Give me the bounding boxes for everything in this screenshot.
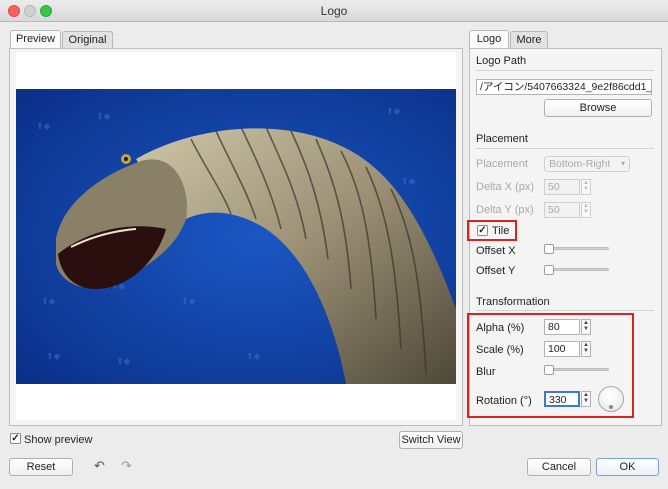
rotation-stepper[interactable]: ▲ ▼ [581,391,591,407]
rotation-field[interactable]: 330 [544,391,580,407]
transformation-heading: Transformation [476,296,550,308]
checkmark-icon: ✓ [478,225,487,236]
divider [476,310,654,311]
delta-x-stepper[interactable]: ▲ ▼ [581,179,591,195]
svg-text:⬆◆: ⬆◆ [181,297,196,307]
delta-y-label: Delta Y (px) [476,204,534,216]
cancel-button[interactable]: Cancel [527,458,591,476]
show-preview-checkbox[interactable]: ✓ [10,433,21,444]
svg-text:⬆◆: ⬆◆ [386,107,401,117]
svg-text:⬆◆: ⬆◆ [96,112,111,122]
chevron-down-icon: ▾ [620,159,625,168]
undo-arrow-icon[interactable]: ↶ [94,458,105,474]
title-bar: Logo [0,0,668,22]
rotation-label: Rotation (°) [476,395,532,407]
checkmark-icon: ✓ [11,433,20,444]
delta-y-stepper[interactable]: ▲ ▼ [581,202,591,218]
offset-x-slider-handle[interactable] [544,244,554,254]
rotation-dial[interactable] [598,386,624,412]
show-preview-label: Show preview [24,434,93,446]
svg-text:⬆◆: ⬆◆ [46,352,61,362]
svg-text:⬆◆: ⬆◆ [36,122,51,132]
placement-select-value: Bottom-Right [549,158,611,170]
tab-original[interactable]: Original [62,31,113,49]
logo-path-field[interactable]: /アイコン/5407663324_9e2f86cdd1_o.gif [476,79,652,95]
offset-y-slider-handle[interactable] [544,265,554,275]
svg-text:⬆◆: ⬆◆ [246,352,261,362]
divider [476,148,654,149]
alpha-stepper[interactable]: ▲ ▼ [581,319,591,335]
offset-y-label: Offset Y [476,265,516,277]
divider [476,70,654,71]
redo-arrow-icon[interactable]: ↷ [121,458,132,474]
placement-label: Placement [476,158,528,170]
logo-path-heading: Logo Path [476,55,527,67]
blur-slider[interactable] [546,368,609,371]
delta-x-field[interactable]: 50 [544,179,580,195]
scale-field[interactable]: 100 [544,341,580,357]
tab-more[interactable]: More [510,31,548,49]
svg-text:⬆◆: ⬆◆ [116,357,131,367]
svg-text:⬆◆: ⬆◆ [401,177,416,187]
placement-select[interactable]: Bottom-Right ▾ [544,156,630,172]
tab-preview[interactable]: Preview [10,30,61,49]
tab-logo[interactable]: Logo [469,30,509,49]
alpha-field[interactable]: 80 [544,319,580,335]
tile-label: Tile [492,225,510,237]
scale-stepper[interactable]: ▲ ▼ [581,341,591,357]
tile-checkbox[interactable]: ✓ [477,225,488,236]
scale-label: Scale (%) [476,344,524,356]
reset-button[interactable]: Reset [9,458,73,476]
offset-y-slider[interactable] [546,268,609,271]
offset-x-slider[interactable] [546,247,609,250]
delta-y-field[interactable]: 50 [544,202,580,218]
svg-text:⬆◆: ⬆◆ [41,297,56,307]
window-title: Logo [320,4,348,18]
ok-button[interactable]: OK [596,458,659,476]
blur-slider-handle[interactable] [544,365,554,375]
rotation-dial-indicator [609,405,613,409]
browse-button[interactable]: Browse [544,99,652,117]
delta-x-label: Delta X (px) [476,181,535,193]
alpha-label: Alpha (%) [476,322,525,334]
blur-label: Blur [476,366,496,378]
offset-x-label: Offset X [476,245,516,257]
preview-image: ⬆◆⬆◆⬆◆ ⬆◆⬆◆⬆◆ ⬆◆⬆◆⬆◆ ⬆◆⬆◆⬆◆ [16,89,456,384]
switch-view-button[interactable]: Switch View [399,431,463,449]
placement-heading: Placement [476,133,528,145]
